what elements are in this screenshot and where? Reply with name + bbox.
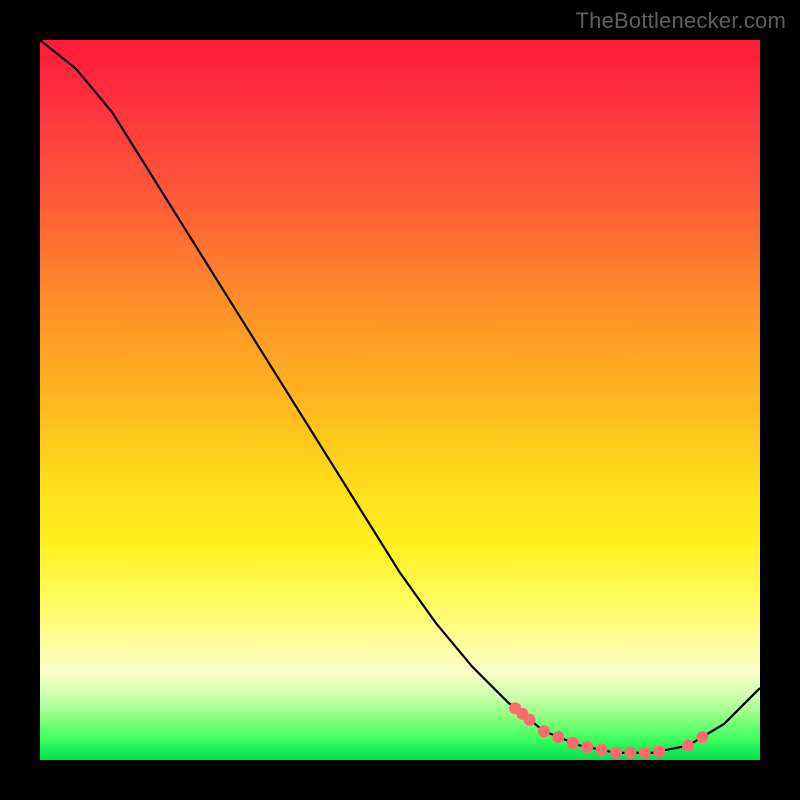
highlight-point — [696, 731, 708, 743]
highlight-point — [581, 741, 593, 753]
plot-area — [40, 40, 760, 760]
chart-frame: TheBottlenecker.com — [0, 0, 800, 800]
highlight-point — [567, 737, 579, 749]
attribution-text: TheBottlenecker.com — [576, 8, 786, 34]
highlight-point — [610, 747, 622, 759]
highlight-point — [596, 744, 608, 756]
highlight-point — [624, 747, 636, 759]
highlight-point — [538, 725, 550, 737]
highlight-point — [682, 740, 694, 752]
curve-svg — [40, 40, 760, 760]
highlight-point — [639, 747, 651, 759]
highlight-point — [552, 731, 564, 743]
highlight-point — [653, 745, 665, 757]
bottleneck-curve — [40, 40, 760, 753]
highlight-point — [524, 714, 536, 726]
